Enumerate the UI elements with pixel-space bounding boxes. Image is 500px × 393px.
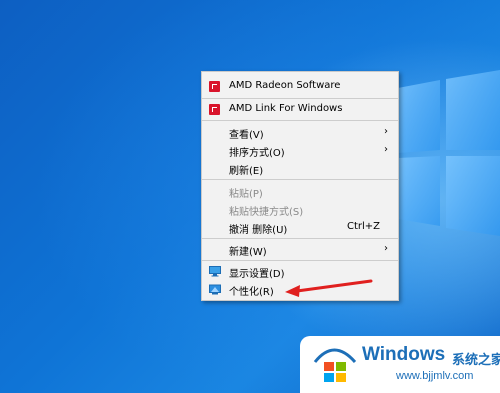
display-settings-icon [209,266,221,277]
site-watermark: Windows 系统之家 www.bjjmlv.com [300,336,500,393]
menu-separator [202,260,398,261]
menu-separator [202,120,398,121]
windows-flag-logo-icon [313,348,357,382]
menu-separator [202,179,398,180]
menu-item-view[interactable]: 查看(V) › [202,123,398,141]
menu-item-amd-link[interactable]: AMD Link For Windows [202,100,398,118]
menu-item-new[interactable]: 新建(W) › [202,240,398,258]
shortcut-label: Ctrl+Z [346,221,380,232]
menu-item-sort-by[interactable]: 排序方式(O) › [202,141,398,159]
amd-icon [209,104,220,115]
amd-icon [209,81,220,92]
chevron-right-icon: › [384,126,388,137]
menu-item-amd-radeon-software[interactable]: AMD Radeon Software [202,77,398,95]
personalize-icon [209,284,221,295]
watermark-url: www.bjjmlv.com [396,370,474,382]
red-arrow-annotation [285,279,373,297]
menu-item-paste: 粘贴(P) [229,189,263,200]
chevron-right-icon: › [384,144,388,155]
menu-separator [202,238,398,239]
menu-item-paste-shortcut: 粘贴快捷方式(S) [229,207,304,218]
menu-separator [202,98,398,99]
menu-item-undo-delete[interactable]: 撤消 删除(U) Ctrl+Z [202,218,398,236]
chevron-right-icon: › [384,243,388,254]
menu-item-refresh[interactable]: 刷新(E) [202,159,398,177]
watermark-title: Windows [362,344,446,365]
desktop-context-menu: AMD Radeon Software AMD Link For Windows… [201,71,399,301]
watermark-subtitle: 系统之家 [452,353,500,368]
